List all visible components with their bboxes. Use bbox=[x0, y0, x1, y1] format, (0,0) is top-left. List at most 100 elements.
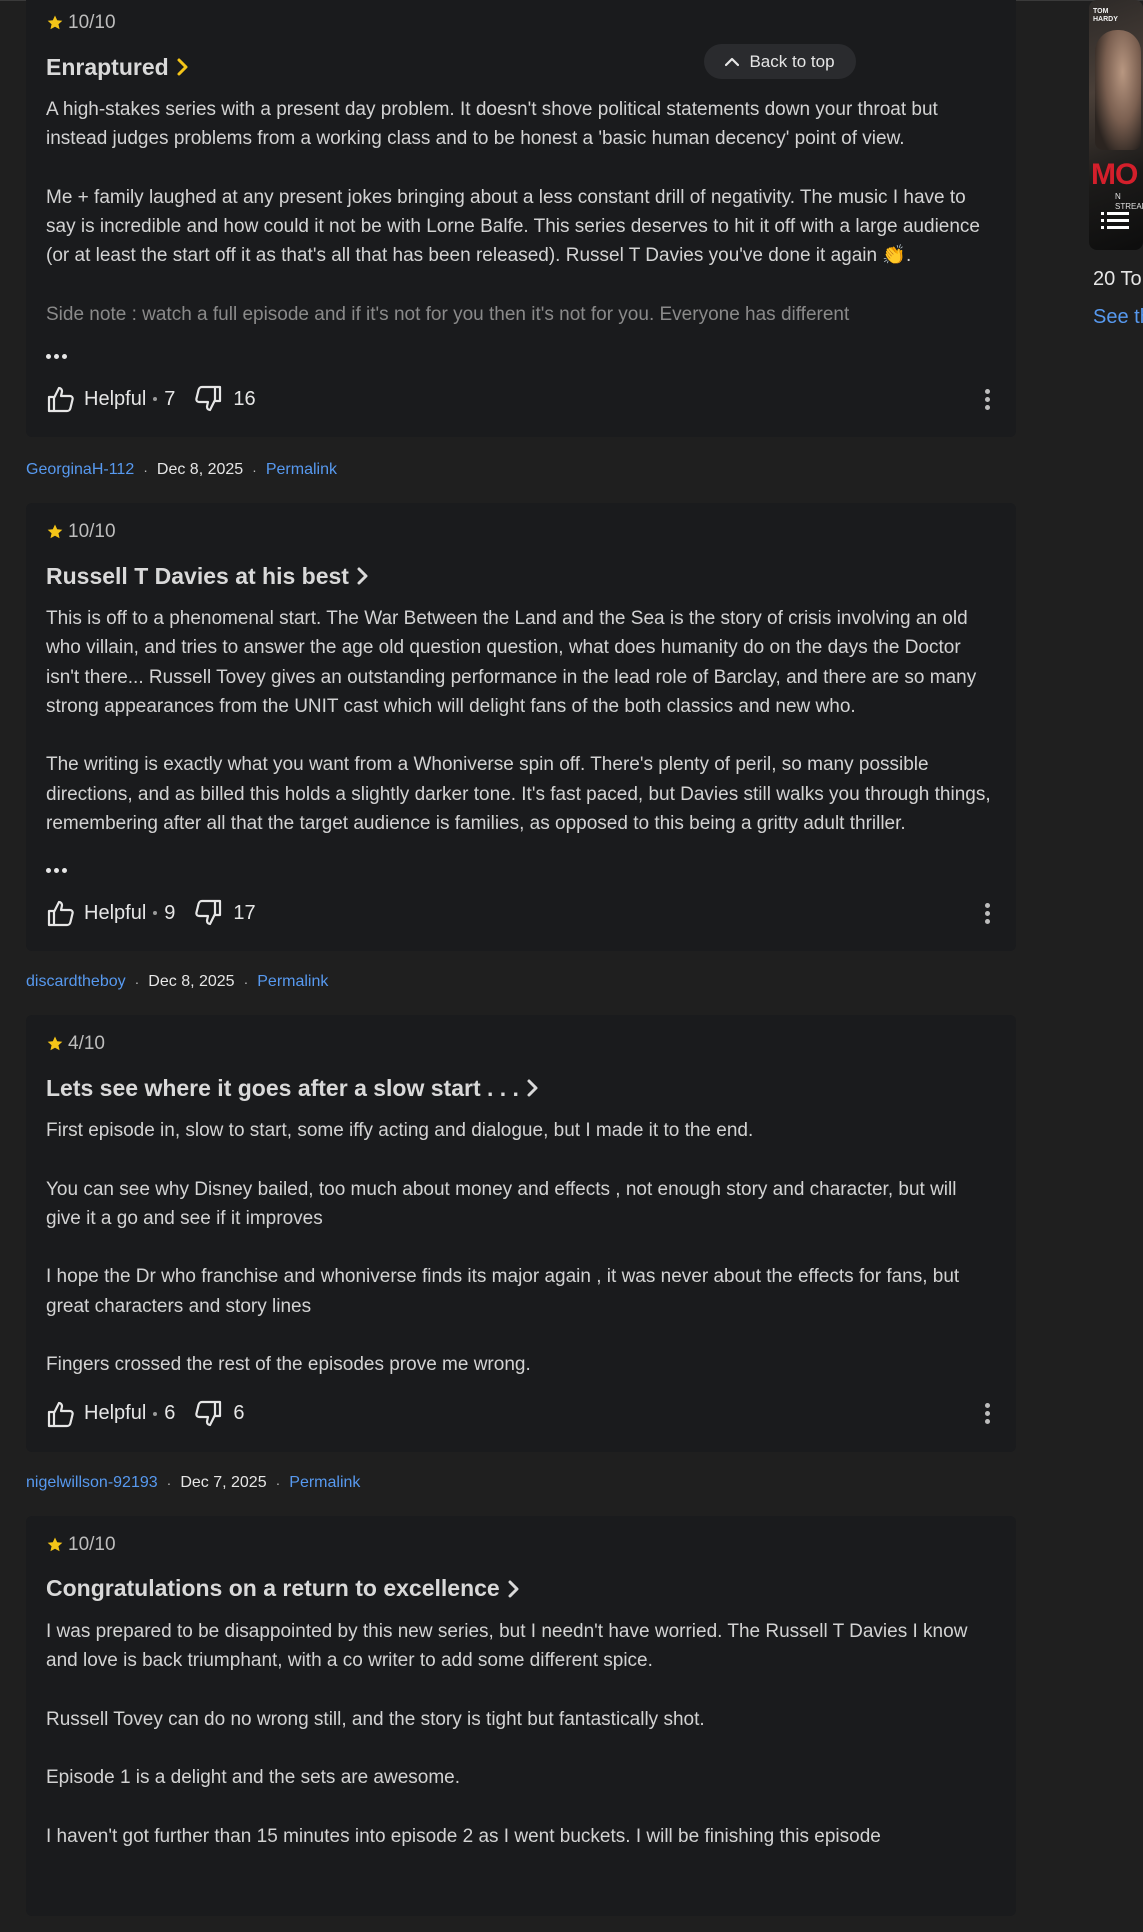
review-rating: 10/10 bbox=[46, 11, 996, 35]
review-title: Russell T Davies at his best bbox=[46, 562, 349, 589]
review-paragraph: Episode 1 is a delight and the sets are … bbox=[46, 1767, 461, 1789]
not-helpful-button[interactable]: 16 bbox=[193, 384, 256, 414]
review-card: 10/10 Russell T Davies at his best This … bbox=[26, 503, 1016, 951]
thumbs-up-icon bbox=[47, 1401, 74, 1427]
helpful-label: Helpful bbox=[84, 1402, 147, 1425]
poster-sub: NSTREAM bbox=[1115, 192, 1143, 211]
thumbs-up-icon bbox=[47, 900, 74, 927]
review-date: Dec 7, 2025 bbox=[180, 1473, 267, 1491]
more-options-icon[interactable] bbox=[985, 902, 990, 924]
poster-brand: MO bbox=[1091, 158, 1138, 191]
review-actions: Helpful 9 17 bbox=[46, 893, 996, 951]
review-paragraph: I haven't got further than 15 minutes in… bbox=[46, 1825, 881, 1847]
more-options-icon[interactable] bbox=[985, 388, 990, 410]
review-paragraph: Fingers crossed the rest of the episodes… bbox=[46, 1354, 531, 1376]
review-body: A high-stakes series with a present day … bbox=[46, 95, 996, 365]
review-paragraph: Russell Tovey can do no wrong still, and… bbox=[46, 1708, 705, 1730]
review-card: 10/10 Enraptured A high-stakes series wi… bbox=[26, 0, 1016, 437]
not-helpful-count: 6 bbox=[233, 1402, 245, 1425]
poster-card[interactable]: TOMHARDY MO NSTREAM bbox=[1089, 0, 1143, 250]
not-helpful-count: 16 bbox=[233, 387, 256, 410]
author-link[interactable]: GeorginaH-112 bbox=[26, 461, 134, 479]
review-paragraph: Me + family laughed at any present jokes… bbox=[46, 186, 980, 267]
review-title: Congratulations on a return to excellenc… bbox=[46, 1575, 500, 1602]
expand-review-button[interactable] bbox=[46, 349, 76, 363]
review-meta: GeorginaH-112 · Dec 8, 2025 · Permalink bbox=[26, 461, 337, 479]
review-actions: Helpful 6 6 bbox=[46, 1394, 996, 1452]
rating-value: 10/10 bbox=[68, 12, 116, 33]
review-list: 10/10 Enraptured A high-stakes series wi… bbox=[26, 0, 1016, 1916]
review-meta: discardtheboy · Dec 8, 2025 · Permalink bbox=[26, 973, 329, 991]
review-paragraph: I hope the Dr who franchise and whoniver… bbox=[46, 1266, 960, 1317]
review-paragraph: Side note : watch a full episode and if … bbox=[46, 304, 850, 326]
chevron-right-icon bbox=[177, 58, 188, 76]
review-rating: 10/10 bbox=[46, 503, 996, 544]
review-rating: 4/10 bbox=[46, 1015, 996, 1056]
permalink-link[interactable]: Permalink bbox=[289, 1474, 360, 1492]
poster-image bbox=[1095, 30, 1141, 150]
helpful-label: Helpful bbox=[84, 901, 147, 924]
rating-value: 10/10 bbox=[68, 521, 116, 542]
star-icon bbox=[47, 15, 63, 30]
review-date: Dec 8, 2025 bbox=[148, 973, 235, 990]
review-paragraph: You can see why Disney bailed, too much … bbox=[46, 1178, 957, 1229]
thumbs-down-icon bbox=[195, 1400, 222, 1426]
helpful-count: 6 bbox=[164, 1402, 176, 1425]
reviews-page: Back to top 10/10 Enraptured A high-stak… bbox=[0, 0, 1143, 1932]
helpful-count: 7 bbox=[164, 387, 176, 410]
permalink-link[interactable]: Permalink bbox=[257, 973, 328, 991]
review-date: Dec 8, 2025 bbox=[156, 461, 244, 478]
review-title: Enraptured bbox=[46, 53, 169, 80]
star-icon bbox=[47, 524, 63, 539]
chevron-right-icon bbox=[508, 1580, 519, 1598]
thumbs-down-icon bbox=[195, 899, 222, 926]
review-title: Lets see where it goes after a slow star… bbox=[46, 1074, 519, 1101]
thumbs-up-icon bbox=[47, 386, 74, 413]
expand-review-button[interactable] bbox=[46, 863, 76, 877]
review-card: 4/10 Lets see where it goes after a slow… bbox=[26, 1015, 1016, 1452]
poster-actor-name: TOM HARDY bbox=[1093, 8, 1118, 23]
review-paragraph: A high-stakes series with a present day … bbox=[46, 99, 938, 150]
sidebar-see-link[interactable]: See th bbox=[1093, 306, 1143, 329]
helpful-count: 9 bbox=[164, 901, 176, 924]
author-link[interactable]: nigelwillson-92193 bbox=[26, 1474, 158, 1492]
review-title-link[interactable]: Congratulations on a return to excellenc… bbox=[46, 1571, 996, 1607]
author-link[interactable]: discardtheboy bbox=[26, 973, 126, 991]
separator-dot bbox=[153, 911, 158, 915]
chevron-up-icon bbox=[725, 57, 740, 66]
star-icon bbox=[47, 1036, 63, 1051]
thumbs-down-icon bbox=[195, 385, 222, 412]
chevron-right-icon bbox=[527, 1079, 538, 1097]
not-helpful-count: 17 bbox=[233, 901, 256, 924]
review-body: First episode in, slow to start, some if… bbox=[46, 1116, 996, 1380]
more-options-icon[interactable] bbox=[985, 1403, 990, 1425]
not-helpful-button[interactable]: 6 bbox=[193, 1399, 245, 1429]
helpful-button[interactable]: Helpful 6 bbox=[46, 1399, 175, 1429]
not-helpful-button[interactable]: 17 bbox=[193, 898, 256, 928]
back-to-top-button[interactable]: Back to top bbox=[704, 44, 856, 79]
helpful-button[interactable]: Helpful 7 bbox=[46, 384, 175, 414]
review-body: I was prepared to be disappointed by thi… bbox=[46, 1617, 996, 1851]
sidebar-list-title: 20 To bbox=[1093, 268, 1142, 290]
permalink-link[interactable]: Permalink bbox=[266, 461, 337, 479]
separator-dot bbox=[153, 397, 158, 401]
back-to-top-label: Back to top bbox=[749, 51, 835, 71]
star-icon bbox=[47, 1537, 63, 1551]
review-rating: 10/10 bbox=[46, 1516, 996, 1557]
separator-dot bbox=[153, 1411, 158, 1416]
review-actions: Helpful 7 16 bbox=[46, 379, 996, 437]
rating-value: 10/10 bbox=[68, 1533, 116, 1555]
review-title-link[interactable]: Russell T Davies at his best bbox=[46, 558, 996, 594]
review-body: This is off to a phenomenal start. The W… bbox=[46, 604, 996, 879]
sidebar: TOMHARDY MO NSTREAM 20 To See th bbox=[1089, 0, 1143, 400]
review-card: 10/10 Congratulations on a return to exc… bbox=[26, 1515, 1016, 1916]
review-title-link[interactable]: Lets see where it goes after a slow star… bbox=[46, 1070, 996, 1106]
review-paragraph: The writing is exactly what you want fro… bbox=[46, 754, 991, 835]
review-meta: nigelwillson-92193 · Dec 7, 2025 · Perma… bbox=[26, 1473, 361, 1492]
helpful-button[interactable]: Helpful 9 bbox=[46, 898, 175, 928]
list-icon[interactable] bbox=[1101, 210, 1129, 232]
rating-value: 4/10 bbox=[68, 1033, 105, 1054]
review-paragraph: First episode in, slow to start, some if… bbox=[46, 1120, 754, 1141]
review-paragraph: I was prepared to be disappointed by thi… bbox=[46, 1620, 968, 1671]
review-paragraph: This is off to a phenomenal start. The W… bbox=[46, 608, 977, 717]
